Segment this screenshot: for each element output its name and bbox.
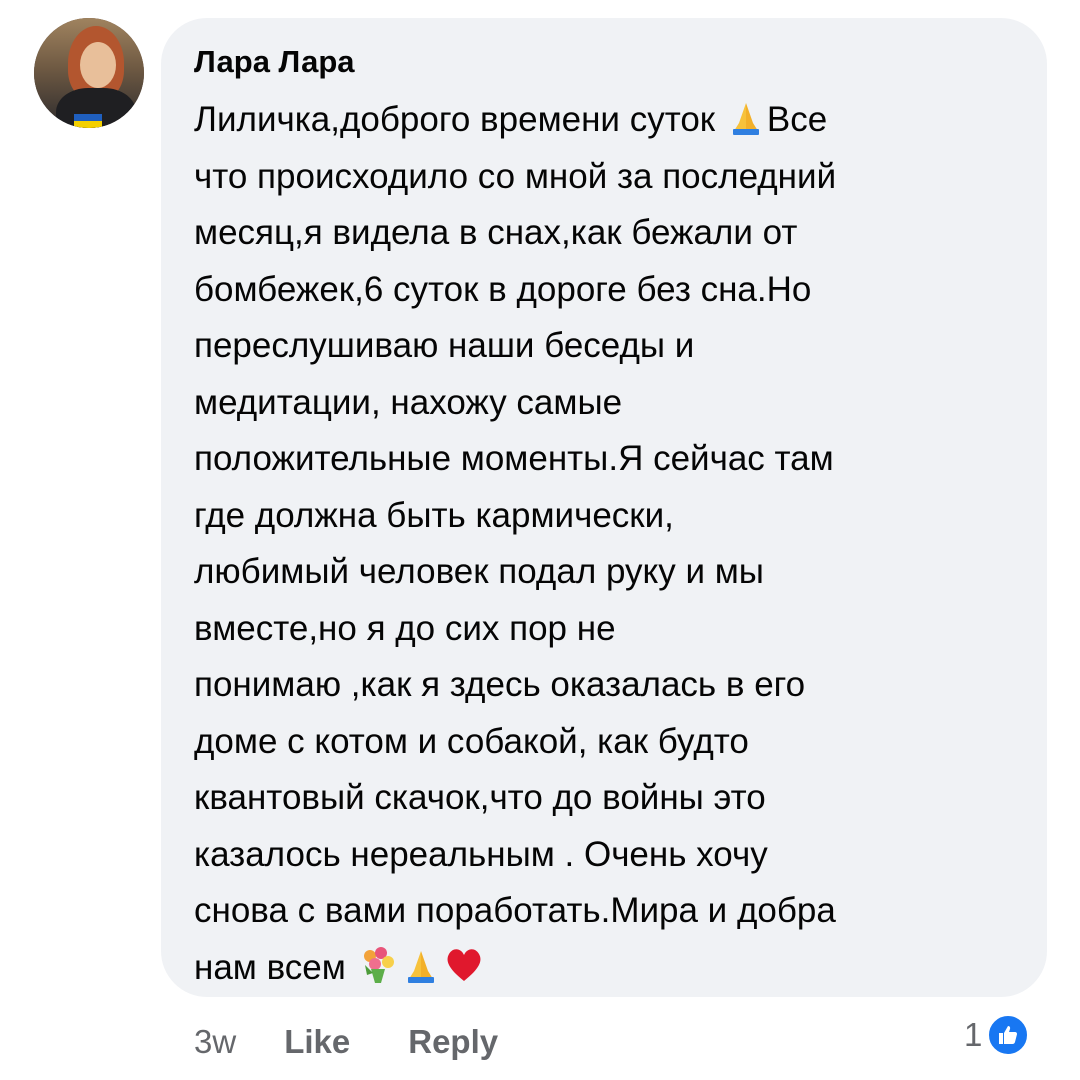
comment-line: любимый человек подал руку и мы (194, 552, 764, 591)
thumbs-up-icon (986, 1013, 1031, 1057)
comment-line: Все (766, 100, 828, 139)
like-button[interactable]: Like (284, 1023, 350, 1061)
comment-line: казалось нереальным . Очень хочу (194, 834, 768, 874)
comment-line: медитации, нахожу самые (194, 382, 623, 422)
comment-line: что происходило со мной за последний (194, 156, 837, 196)
comment: Лара Лара Лиличка,доброго времени суток … (0, 0, 1080, 1080)
comment-line: квантовый скачок,что до войны это (194, 778, 766, 817)
comment-line: снова с вами поработать.Мира и добра (194, 891, 836, 930)
comment-line: доме с котом и собакой, как будто (194, 721, 749, 761)
comment-text: Лиличка,доброго времени суток Все что пр… (194, 92, 1017, 996)
folded-hands-icon (726, 97, 766, 137)
comment-line: положительные моменты.Я сейчас там (194, 439, 834, 478)
comment-line: нам всем (194, 947, 346, 987)
comment-author[interactable]: Лара Лара (194, 42, 1017, 82)
red-heart-icon (443, 943, 485, 985)
bouquet-icon (357, 943, 399, 985)
comment-line: вместе,но я до сих пор не (194, 608, 616, 648)
avatar[interactable] (34, 18, 144, 128)
folded-hands-icon (401, 945, 441, 985)
reaction-summary[interactable]: 1 (964, 1010, 1031, 1060)
comment-line: месяц,я видела в снах,как бежали от (194, 213, 798, 252)
comment-line: где должна быть кармически, (194, 495, 674, 535)
comment-line: Лиличка,доброго времени суток (194, 100, 716, 139)
comment-bubble: Лара Лара Лиличка,доброго времени суток … (161, 18, 1047, 997)
comment-line: переслушиваю наши беседы и (194, 326, 695, 365)
ukraine-flag-icon (74, 114, 102, 128)
reaction-count: 1 (964, 1016, 983, 1053)
reply-button[interactable]: Reply (408, 1023, 498, 1061)
comment-timestamp[interactable]: 3w (194, 1023, 236, 1061)
comment-actions: 3w Like Reply (194, 1018, 556, 1066)
comment-line: бомбежек,6 суток в дороге без сна.Но (194, 269, 812, 309)
comment-line: понимаю ,как я здесь оказалась в его (194, 665, 806, 704)
